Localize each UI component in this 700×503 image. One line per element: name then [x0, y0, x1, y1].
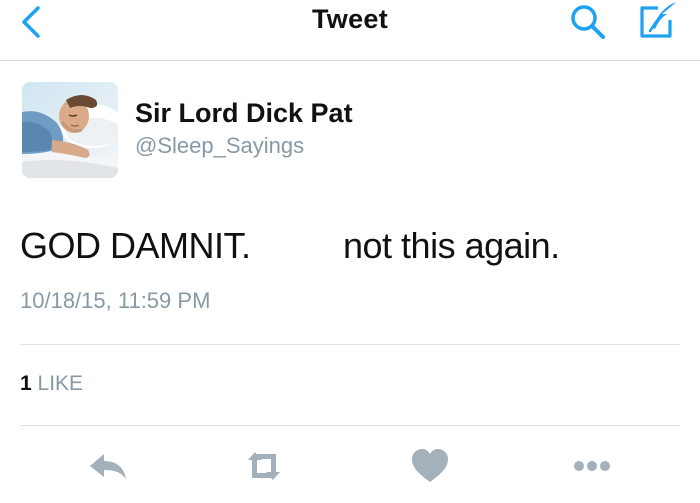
reply-button[interactable] — [86, 446, 130, 486]
reply-icon — [90, 454, 126, 479]
navigation-bar: Tweet — [0, 0, 700, 61]
like-button[interactable] — [408, 446, 452, 486]
tweet-text-part-1: GOD DAMNIT. — [20, 225, 251, 266]
tweet-timestamp: 10/18/15, 11:59 PM — [20, 288, 211, 313]
more-icon — [574, 461, 610, 471]
more-button[interactable] — [570, 446, 614, 486]
compose-button[interactable] — [636, 0, 680, 42]
likes-label: LIKE — [37, 372, 84, 395]
compose-icon — [640, 2, 676, 38]
search-icon — [571, 5, 605, 39]
divider — [20, 344, 680, 345]
search-button[interactable] — [566, 2, 612, 42]
author-display-name[interactable]: Sir Lord Dick Pat — [135, 98, 353, 129]
heart-icon — [412, 449, 448, 482]
tweet-text-part-2: not this again. — [343, 225, 560, 266]
divider — [20, 425, 680, 426]
sleeping-man-photo — [22, 82, 118, 178]
avatar[interactable] — [22, 82, 118, 178]
retweet-icon — [248, 452, 280, 480]
likes-count[interactable]: 1 LIKE — [20, 372, 83, 396]
likes-number: 1 — [20, 372, 32, 395]
author-handle[interactable]: @Sleep_Sayings — [135, 133, 304, 159]
retweet-button[interactable] — [242, 446, 286, 486]
